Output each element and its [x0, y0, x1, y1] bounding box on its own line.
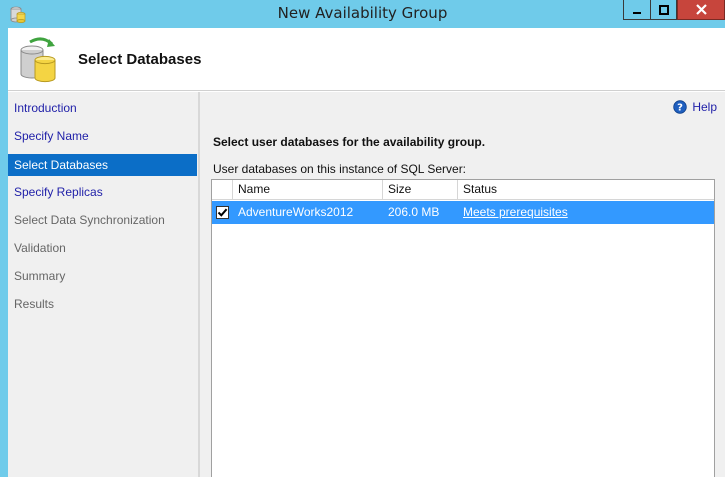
column-header-size[interactable]: Size [383, 180, 458, 200]
content-panel: ? Help Select user databases for the ava… [200, 92, 725, 477]
column-header-status[interactable]: Status [458, 180, 714, 200]
row-select-cell [212, 201, 233, 224]
checkmark-icon [217, 208, 228, 217]
database-checkbox[interactable] [216, 206, 229, 219]
close-button[interactable] [677, 0, 725, 20]
maximize-button[interactable] [650, 0, 677, 20]
wizard-window: New Availability Group Select Databases … [0, 0, 725, 477]
table-row[interactable]: AdventureWorks2012 206.0 MB Meets prereq… [212, 201, 714, 224]
close-icon [695, 4, 707, 15]
nav-item-specify-replicas[interactable]: Specify Replicas [8, 181, 198, 203]
page-title: Select Databases [78, 51, 202, 68]
databases-grid[interactable]: Name Size Status AdventureWorks2012 206.… [211, 179, 715, 477]
help-label: Help [692, 100, 717, 114]
maximize-icon [658, 4, 669, 15]
minimize-icon [633, 11, 641, 14]
nav-item-validation: Validation [14, 241, 66, 255]
instruction-text: Select user databases for the availabili… [213, 135, 486, 149]
databases-list-label: User databases on this instance of SQL S… [213, 162, 467, 176]
help-link[interactable]: ? Help [673, 100, 717, 114]
wizard-client-area: Select Databases Introduction Specify Na… [8, 28, 725, 477]
svg-text:?: ? [677, 103, 683, 114]
window-title: New Availability Group [277, 4, 448, 22]
wizard-header: Select Databases [8, 28, 725, 91]
help-icon: ? [673, 100, 688, 114]
minimize-button[interactable] [623, 0, 650, 20]
nav-item-results: Results [14, 297, 55, 311]
database-size: 206.0 MB [388, 205, 440, 219]
database-icon [20, 37, 56, 83]
column-header-select[interactable] [212, 180, 233, 200]
nav-item-introduction[interactable]: Introduction [8, 97, 198, 119]
database-status-link[interactable]: Meets prerequisites [458, 201, 714, 224]
nav-item-summary: Summary [14, 269, 66, 283]
title-bar[interactable]: New Availability Group [0, 0, 725, 28]
nav-item-specify-name[interactable]: Specify Name [8, 125, 198, 147]
nav-item-select-data-synchronization: Select Data Synchronization [14, 213, 165, 227]
grid-header: Name Size Status [212, 180, 714, 200]
wizard-nav: Introduction Specify Name Select Databas… [8, 92, 198, 477]
database-name: AdventureWorks2012 [238, 205, 354, 219]
column-header-name[interactable]: Name [233, 180, 383, 200]
nav-item-select-databases[interactable]: Select Databases [8, 154, 197, 176]
